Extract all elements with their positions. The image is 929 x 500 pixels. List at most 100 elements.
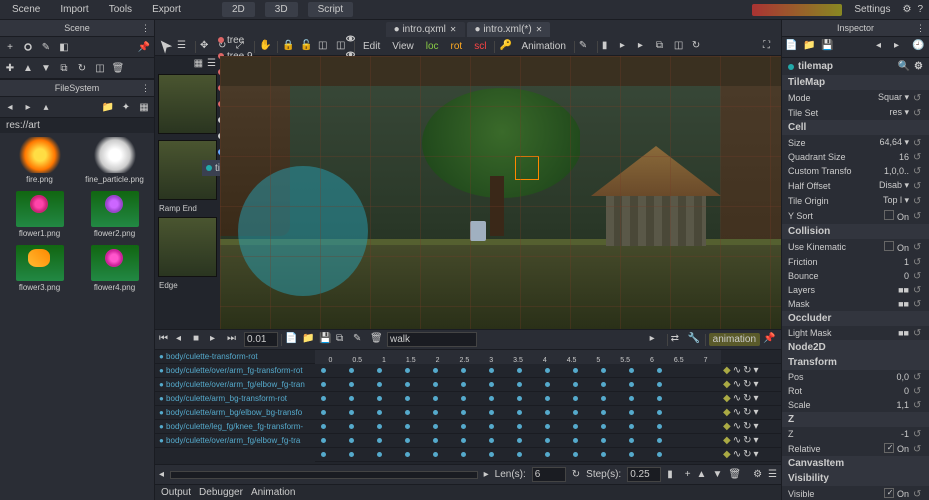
- keyframe[interactable]: [433, 382, 438, 387]
- property-row[interactable]: Tile OriginTop l ▾↺: [782, 193, 929, 208]
- menu-import[interactable]: Import: [54, 2, 94, 17]
- mode-3d[interactable]: 3D: [265, 2, 298, 17]
- keyframe[interactable]: [461, 396, 466, 401]
- keyframe[interactable]: [601, 396, 606, 401]
- keyframe[interactable]: [405, 452, 410, 457]
- keyframe[interactable]: [573, 452, 578, 457]
- save-anim-icon[interactable]: 💾: [319, 333, 333, 347]
- autoplay-icon[interactable]: ▸: [650, 333, 664, 347]
- keyframe[interactable]: [349, 368, 354, 373]
- move-down-icon[interactable]: ▼: [712, 469, 722, 480]
- track-row[interactable]: [315, 378, 721, 392]
- settings-menu[interactable]: Settings: [848, 2, 896, 17]
- property-row[interactable]: Size64,64 ▾↺: [782, 135, 929, 150]
- mode-script[interactable]: Script: [308, 2, 354, 17]
- reset-icon[interactable]: ↺: [913, 242, 923, 252]
- property-row[interactable]: Scale1,1↺: [782, 398, 929, 412]
- keyframe[interactable]: [321, 424, 326, 429]
- keyframe[interactable]: [377, 452, 382, 457]
- track-row[interactable]: [315, 406, 721, 420]
- visibility-icon[interactable]: [345, 33, 356, 47]
- hist-fwd-icon[interactable]: ▸: [894, 40, 908, 54]
- menu-tools[interactable]: Tools: [103, 2, 138, 17]
- open-res-icon[interactable]: 📁: [803, 40, 817, 54]
- keyframe[interactable]: [321, 368, 326, 373]
- blend-icon[interactable]: ⇄: [671, 333, 685, 347]
- multi-icon[interactable]: ◫: [93, 61, 107, 75]
- keyframe[interactable]: [601, 368, 606, 373]
- keyframe[interactable]: [601, 382, 606, 387]
- keyframe[interactable]: [321, 410, 326, 415]
- del-anim-icon[interactable]: 🗑: [370, 333, 384, 347]
- keyframe[interactable]: [405, 438, 410, 443]
- track-row[interactable]: [315, 448, 721, 462]
- reset-icon[interactable]: ↺: [913, 372, 923, 382]
- keyframe[interactable]: [461, 410, 466, 415]
- rot-label[interactable]: rot: [447, 41, 467, 52]
- hist-icon[interactable]: 🕘: [912, 40, 926, 54]
- keyframe[interactable]: [489, 410, 494, 415]
- property-row[interactable]: Visible On↺: [782, 486, 929, 500]
- track-name[interactable]: ● body/culette/over/arm_fg/elbow_fg-tra: [155, 434, 315, 448]
- reset-icon[interactable]: ↺: [913, 429, 923, 439]
- erase-icon[interactable]: ◫: [674, 40, 688, 54]
- grid-icon[interactable]: ▦: [137, 100, 151, 114]
- keyframe[interactable]: [433, 368, 438, 373]
- help-icon[interactable]: ?: [917, 4, 923, 15]
- track-name[interactable]: ● body/culette/over/arm_fg/elbow_fg-tran: [155, 378, 315, 392]
- paint-icon[interactable]: ✎: [579, 40, 593, 54]
- keyframe[interactable]: [321, 396, 326, 401]
- keyframe[interactable]: [321, 382, 326, 387]
- close-icon[interactable]: ✕: [450, 25, 457, 34]
- property-row[interactable]: Pos0,0↺: [782, 370, 929, 384]
- reset-icon[interactable]: ↺: [913, 181, 923, 191]
- property-row[interactable]: Y Sort On↺: [782, 208, 929, 224]
- track-row[interactable]: [315, 392, 721, 406]
- reset-icon[interactable]: ↺: [913, 328, 923, 338]
- keyframe[interactable]: [405, 424, 410, 429]
- category-header[interactable]: Z: [782, 412, 929, 427]
- property-row[interactable]: Half OffsetDisab ▾↺: [782, 178, 929, 193]
- keyframe[interactable]: [545, 410, 550, 415]
- keyframe[interactable]: [377, 410, 382, 415]
- track-opts-icon[interactable]: ⚙: [753, 469, 762, 480]
- move-up-icon[interactable]: ▲: [697, 469, 707, 480]
- keyframe[interactable]: [461, 438, 466, 443]
- keyframe[interactable]: [545, 396, 550, 401]
- tree-row[interactable]: tree: [202, 32, 358, 48]
- bottom-tab-debugger[interactable]: Debugger: [199, 487, 243, 498]
- delete-icon[interactable]: 🗑: [111, 61, 125, 75]
- tool-icon[interactable]: ✎: [39, 40, 53, 54]
- keyframe[interactable]: [461, 368, 466, 373]
- keyframe[interactable]: [489, 396, 494, 401]
- keyframe[interactable]: [377, 382, 382, 387]
- scroll-right-icon[interactable]: ▸: [484, 469, 489, 480]
- dup-anim-icon[interactable]: ⧉: [336, 333, 350, 347]
- keyframe[interactable]: [349, 382, 354, 387]
- reset-icon[interactable]: ↺: [913, 211, 923, 221]
- path-crumb[interactable]: res://art: [0, 118, 154, 133]
- keyframe[interactable]: [377, 368, 382, 373]
- keyframe[interactable]: [489, 438, 494, 443]
- picker-icon[interactable]: ▸: [620, 40, 634, 54]
- close-icon[interactable]: ✕: [536, 25, 543, 34]
- reset-icon[interactable]: ↺: [913, 196, 923, 206]
- rename-anim-icon[interactable]: ✎: [353, 333, 367, 347]
- property-row[interactable]: Mask■■↺: [782, 297, 929, 311]
- keyframe[interactable]: [573, 438, 578, 443]
- track-name[interactable]: ● body/culette/arm_bg-transform-rot: [155, 392, 315, 406]
- keyframe[interactable]: [629, 452, 634, 457]
- keyframe[interactable]: [601, 424, 606, 429]
- time-input[interactable]: [244, 332, 278, 347]
- keyframe[interactable]: [601, 452, 606, 457]
- anim-prev-icon[interactable]: ◂: [176, 333, 190, 347]
- anim-stop-icon[interactable]: ■: [193, 333, 207, 347]
- cursor-icon[interactable]: ▮: [667, 469, 673, 480]
- file-grid[interactable]: fire.pngfine_particle.pngflower1.pngflow…: [0, 133, 154, 299]
- keyframe[interactable]: [489, 368, 494, 373]
- track-name[interactable]: ● body/culette/leg_fg/knee_fg-transform-: [155, 420, 315, 434]
- reset-icon[interactable]: ↺: [913, 271, 923, 281]
- back-icon[interactable]: ◂: [3, 100, 17, 114]
- viewport[interactable]: [220, 56, 781, 329]
- category-header[interactable]: Node2D: [782, 340, 929, 355]
